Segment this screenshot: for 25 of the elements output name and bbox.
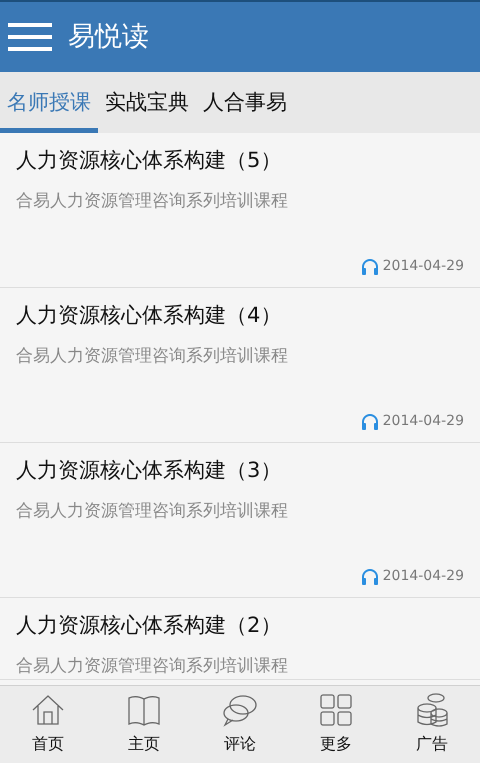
nav-tab[interactable]: 评论 [192, 686, 288, 763]
nav-tab[interactable]: 主页 [96, 686, 192, 763]
grid-icon [318, 692, 354, 728]
course-subtitle: 合易人力资源管理咨询系列培训课程 [16, 500, 288, 520]
app-title: 易悦读 [68, 20, 149, 54]
tab[interactable]: 人合事易 [196, 72, 294, 133]
course-date: 2014-04-29 [382, 412, 464, 431]
menu-icon[interactable] [8, 21, 52, 53]
course-title[interactable]: 人力资源核心体系构建（3） [16, 458, 282, 482]
headphones-icon [360, 414, 379, 430]
nav-tab[interactable]: 更多 [288, 686, 384, 763]
course-title[interactable]: 人力资源核心体系构建（4） [16, 303, 282, 327]
course-subtitle: 合易人力资源管理咨询系列培训课程 [16, 656, 288, 676]
tab[interactable]: 实战宝典 [98, 72, 196, 133]
course-title[interactable]: 人力资源核心体系构建（5） [16, 148, 282, 172]
tab[interactable]: 名师授课 [0, 72, 98, 133]
course-title[interactable]: 人力资源核心体系构建（2） [16, 613, 282, 637]
course-date: 2014-04-29 [382, 567, 464, 586]
nav-tab[interactable]: 广告 [384, 686, 480, 763]
course-subtitle: 合易人力资源管理咨询系列培训课程 [16, 190, 288, 210]
headphones-icon [360, 258, 379, 274]
course-date: 2014-04-29 [382, 257, 464, 276]
headphones-icon [360, 568, 379, 584]
course-subtitle: 合易人力资源管理咨询系列培训课程 [16, 346, 288, 366]
nav-tab[interactable]: 首页 [0, 686, 96, 763]
